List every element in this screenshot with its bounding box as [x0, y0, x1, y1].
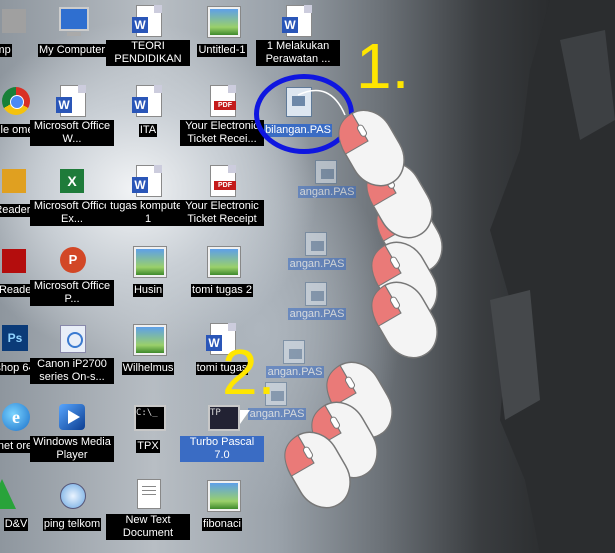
desktop: amp My Computer W TEORI PENDIDIKAN Untit…: [0, 0, 615, 553]
annotation-step-1: 1.: [356, 30, 410, 102]
annotation-step-2: 2.: [222, 336, 276, 408]
drag-trail: [274, 89, 454, 519]
